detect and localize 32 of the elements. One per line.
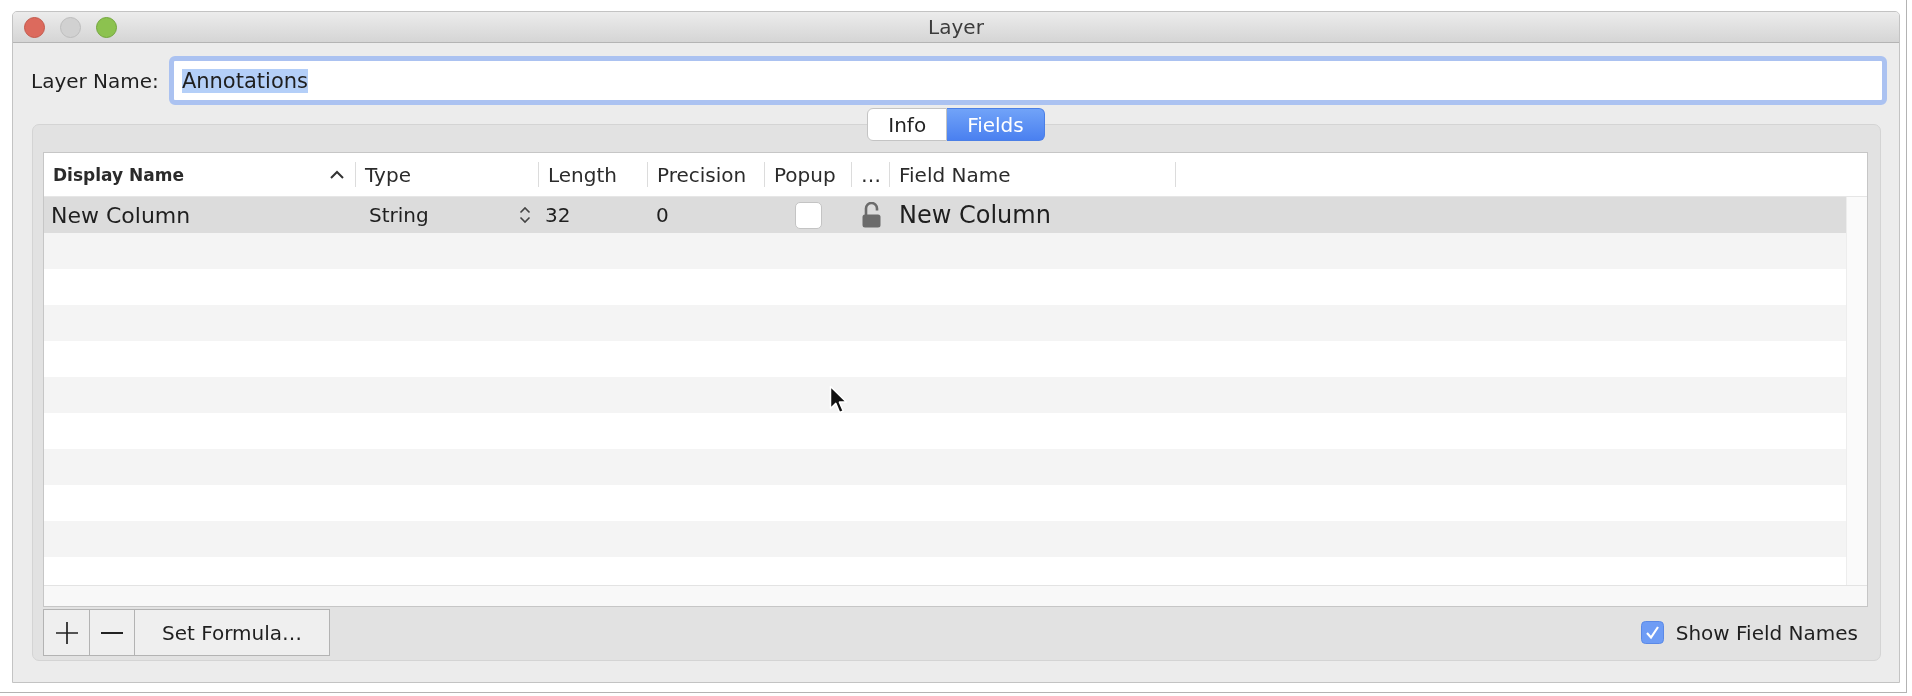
column-header[interactable]: Field Name: [890, 153, 1176, 196]
minus-icon: [101, 631, 123, 634]
type-popup[interactable]: String: [369, 203, 531, 227]
close-button[interactable]: [24, 16, 45, 38]
table-cell-text: New Column: [50, 202, 192, 228]
table-cell-text: 32: [544, 203, 572, 227]
column-header[interactable]: Popup: [765, 153, 852, 196]
table-cell-text: New Column: [898, 201, 1052, 229]
caret-up-icon: [330, 170, 344, 179]
column-header[interactable]: Type: [356, 153, 539, 196]
plus-icon: [55, 621, 78, 644]
table-cell-text: 0: [655, 203, 670, 227]
layer-name-field[interactable]: Annotations: [168, 56, 1887, 105]
remove-button[interactable]: [89, 609, 135, 656]
column-header[interactable]: Display Name: [44, 153, 356, 196]
field-label: Layer Name:: [31, 68, 159, 93]
toolbar-button[interactable]: Set Formula…: [134, 609, 330, 656]
segment-tab[interactable]: Info: [867, 108, 948, 141]
open-lock-icon[interactable]: [860, 202, 882, 228]
add-button[interactable]: [43, 609, 90, 656]
column-header[interactable]: …: [852, 153, 890, 196]
window-title: Layer: [928, 15, 984, 39]
up-down-chevron-icon: [519, 205, 531, 225]
mouse-pointer-icon: [829, 385, 849, 415]
column-header[interactable]: Precision: [648, 153, 765, 196]
show-field-names-checkbox[interactable]: Show Field Names: [1640, 620, 1858, 645]
scrollbar-track[interactable]: [1846, 197, 1867, 585]
table-row[interactable]: New Column String 32 0 New Column: [44, 197, 1846, 233]
column-header[interactable]: Length: [539, 153, 648, 196]
popup-checkbox[interactable]: [795, 201, 822, 229]
scrollbar-track[interactable]: [44, 585, 1867, 606]
zoom-button[interactable]: [96, 16, 117, 38]
